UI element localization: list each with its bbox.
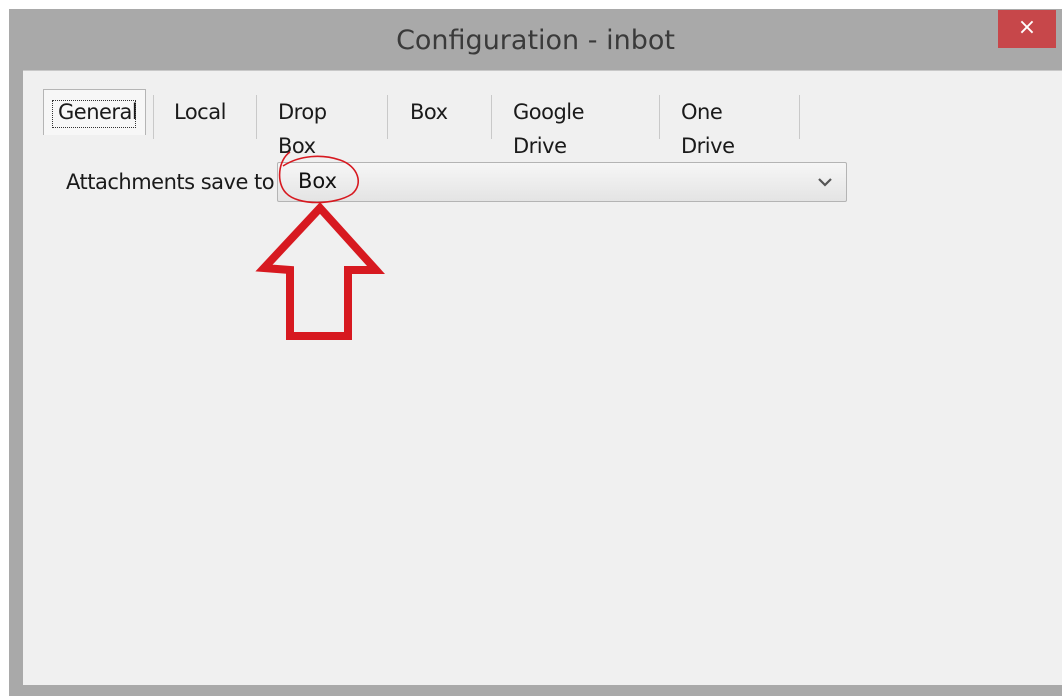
dialog-client-area: General Local Drop Box Box Google Drive … [23, 70, 1062, 685]
selected-destination: Box [298, 169, 338, 193]
tab-general-label: General [58, 100, 138, 124]
chevron-down-icon[interactable] [816, 173, 834, 191]
tab-drop-box[interactable]: Drop Box [278, 95, 327, 158]
attachments-destination-select[interactable]: Box [277, 162, 847, 202]
close-button[interactable]: × [998, 10, 1056, 48]
tab-separator [256, 95, 257, 139]
tab-google-drive[interactable]: Google Drive [513, 95, 585, 158]
title-bar[interactable]: Configuration - inbot × [9, 9, 1062, 69]
window-title: Configuration - inbot [396, 25, 675, 56]
tab-local[interactable]: Local [174, 95, 226, 129]
tab-separator [799, 95, 800, 139]
tab-separator [659, 95, 660, 139]
tab-separator [387, 95, 388, 139]
tab-one-drive[interactable]: One Drive [681, 95, 735, 158]
tab-box[interactable]: Box [410, 95, 448, 129]
config-window: Configuration - inbot × General Local Dr… [9, 9, 1062, 696]
tab-separator [491, 95, 492, 139]
close-icon: × [1017, 15, 1037, 40]
tab-separator [153, 95, 154, 139]
attachments-save-to-label: Attachments save to [66, 170, 275, 194]
tab-general[interactable]: General [43, 89, 146, 135]
